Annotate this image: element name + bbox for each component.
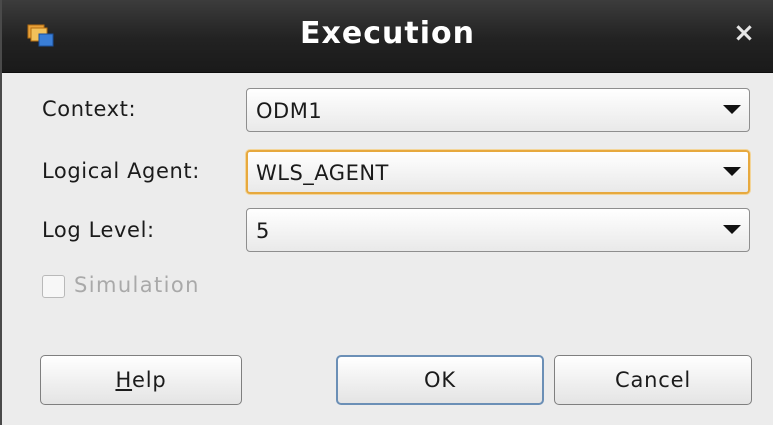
cancel-button[interactable]: Cancel <box>554 355 752 405</box>
chevron-down-icon <box>723 225 741 234</box>
title-bar[interactable]: Execution × <box>2 0 773 73</box>
logical-agent-label: Logical Agent: <box>42 159 200 183</box>
logical-agent-value: WLS_AGENT <box>256 161 389 185</box>
simulation-checkbox[interactable] <box>42 275 65 298</box>
ok-button[interactable]: OK <box>336 355 544 405</box>
logical-agent-dropdown[interactable]: WLS_AGENT <box>246 150 750 194</box>
help-label-rest: elp <box>132 368 167 392</box>
context-label: Context: <box>42 97 137 121</box>
chevron-down-icon <box>723 167 741 176</box>
log-level-dropdown[interactable]: 5 <box>246 208 750 252</box>
window-title: Execution <box>300 16 475 51</box>
help-button[interactable]: Help <box>40 355 242 405</box>
chevron-down-icon <box>723 105 741 114</box>
close-icon[interactable]: × <box>733 20 755 46</box>
context-value: ODM1 <box>256 99 323 123</box>
log-level-label: Log Level: <box>42 218 155 242</box>
execution-dialog: Execution × Context: ODM1 Logical Agent:… <box>0 0 773 425</box>
help-mnemonic: H <box>115 368 133 392</box>
simulation-label: Simulation <box>74 273 200 297</box>
log-level-value: 5 <box>256 219 270 243</box>
context-dropdown[interactable]: ODM1 <box>246 88 750 132</box>
